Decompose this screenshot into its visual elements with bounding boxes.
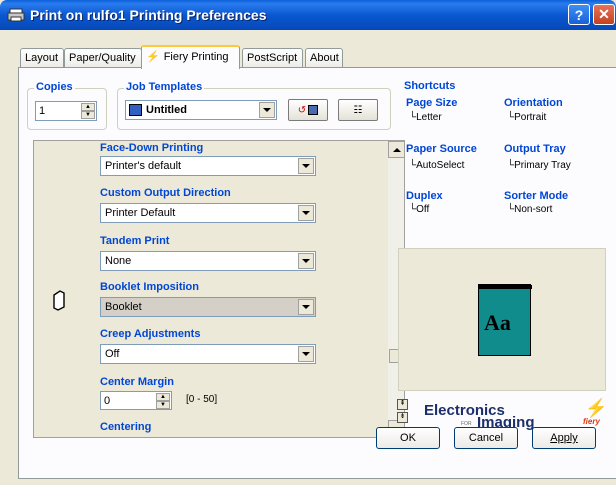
booklet-imposition-select[interactable]: Booklet [100,297,316,317]
chevron-down-icon[interactable] [259,102,275,118]
center-margin-spinner[interactable]: 0 ▲ ▼ [100,391,172,410]
ok-button[interactable]: OK [376,427,440,449]
centering-label: Centering [100,421,152,433]
tandem-print-select[interactable]: None [100,251,316,271]
sorter-mode-value: └Non-sort [507,204,553,215]
window-title: Print on rulfo1 Printing Preferences [30,7,267,23]
chevron-down-icon[interactable] [298,205,314,221]
booklet-imposition-value: Booklet [105,301,142,313]
tab-fiery-printing-label: Fiery Printing [163,51,229,63]
copies-spinner-buttons[interactable]: ▲ ▼ [81,103,95,119]
tab-postscript[interactable]: PostScript [242,48,303,68]
copies-group: Copies 1 ▲ ▼ [27,81,107,130]
help-button[interactable]: ? [568,4,590,25]
cancel-button[interactable]: Cancel [454,427,518,449]
tandem-print-value: None [105,255,132,267]
job-templates-select[interactable]: Untitled [125,100,277,120]
booklet-imposition-label: Booklet Imposition [100,281,199,293]
floppy-icon [308,105,319,115]
tab-about[interactable]: About [305,48,343,68]
creep-adjustments-value: Off [105,348,120,360]
booklet-icon [53,290,65,311]
job-templates-value: Untitled [146,104,187,116]
save-template-button[interactable]: ↺ [288,99,328,121]
tandem-print-label: Tandem Print [100,235,170,247]
printer-icon [7,8,25,22]
chevron-down-icon[interactable] [298,346,314,362]
output-tray-shortcut[interactable]: Output Tray [504,143,566,155]
chevron-down-icon[interactable] [298,299,314,315]
job-templates-group: Job Templates Untitled ↺ ☷ [117,81,391,130]
copies-label: Copies [34,81,75,93]
orientation-shortcut[interactable]: Orientation [504,97,563,109]
face-down-printing-value: Printer's default [105,160,182,172]
center-margin-value: 0 [104,395,111,407]
job-templates-label: Job Templates [124,81,205,93]
apply-button[interactable]: Apply [532,427,596,449]
fiery-logo-text: fiery [583,417,600,426]
tab-layout[interactable]: Layout [20,48,64,68]
tab-panel: Copies 1 ▲ ▼ Job Templates Untitled ↺ ☷ F… [18,67,616,479]
page-size-shortcut[interactable]: Page Size [406,97,457,109]
custom-output-direction-select[interactable]: Printer Default [100,203,316,223]
center-margin-spinner-buttons[interactable]: ▲ ▼ [156,393,170,409]
fiery-icon: ⚡ [146,51,160,63]
creep-adjustments-select[interactable]: Off [100,344,316,364]
custom-output-direction-value: Printer Default [105,207,176,219]
face-down-printing-select[interactable]: Printer's default [100,156,316,176]
copies-spinner[interactable]: 1 ▲ ▼ [35,101,97,121]
preview-page: Aa [478,284,532,356]
manage-templates-button[interactable]: ☷ [338,99,378,121]
duplex-value: └Off [409,204,430,215]
page-size-value: └Letter [409,112,442,123]
save-template-icon: ↺ [297,104,307,116]
preview-text: Aa [484,310,511,335]
output-tray-value: └Primary Tray [507,160,571,171]
center-margin-label: Center Margin [100,376,174,388]
face-down-printing-label: Face-Down Printing [100,142,204,154]
creep-adjustments-label: Creep Adjustments [100,328,201,340]
page-preview: Aa [398,248,606,391]
list-icon: ☷ [353,104,363,116]
preview-page-header [479,285,532,289]
sorter-mode-shortcut[interactable]: Sorter Mode [504,190,568,202]
tab-fiery-printing[interactable]: ⚡ Fiery Printing [141,45,240,69]
settings-list[interactable]: Face-Down Printing Printer's default Cus… [33,140,405,438]
copies-value: 1 [39,105,46,117]
chevron-down-icon[interactable] [298,158,314,174]
tab-paper-quality[interactable]: Paper/Quality [64,48,142,68]
paper-source-value: └AutoSelect [409,160,465,171]
fiery-logo: ⚡ fiery [583,398,608,426]
template-icon [129,104,142,116]
custom-output-direction-label: Custom Output Direction [100,187,231,199]
shortcuts-label: Shortcuts [402,80,458,92]
orientation-value: └Portrait [507,112,547,123]
title-bar[interactable]: Print on rulfo1 Printing Preferences ? ✕ [0,0,616,30]
move-down-icon[interactable]: ⇟ [397,412,408,423]
center-margin-range: [0 - 50] [186,394,218,405]
chevron-down-icon[interactable] [298,253,314,269]
move-up-icon[interactable]: ⇞ [397,399,408,410]
duplex-shortcut[interactable]: Duplex [406,190,443,202]
paper-source-shortcut[interactable]: Paper Source [406,143,477,155]
close-button[interactable]: ✕ [593,4,615,25]
